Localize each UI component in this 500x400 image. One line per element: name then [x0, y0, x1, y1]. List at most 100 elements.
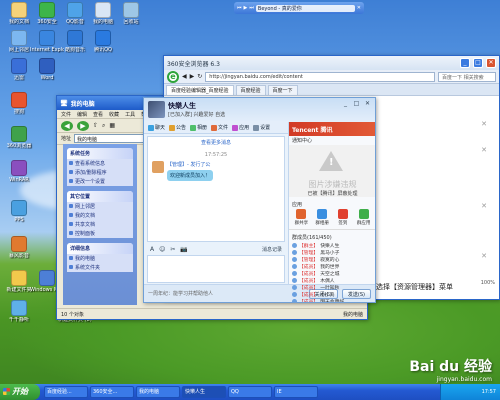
close-icon[interactable]: ✕ — [357, 5, 361, 11]
close-icon[interactable]: ✕ — [481, 146, 487, 154]
maximize-button[interactable]: □ — [473, 58, 483, 68]
toolbar-item[interactable]: 聊天 — [148, 124, 165, 131]
task-pane-link[interactable]: 我的电脑 — [67, 254, 133, 263]
history-link[interactable]: 消息记录 — [262, 246, 282, 253]
menu-item[interactable]: 收藏 — [109, 111, 119, 118]
start-button[interactable]: 开始 — [0, 384, 40, 400]
desktop-icon[interactable]: 360浏览器 — [2, 126, 36, 149]
url-input[interactable]: http://jingyan.baidu.com/edit/content — [205, 71, 435, 82]
back-button[interactable]: ◀ — [61, 120, 73, 131]
desktop-icon[interactable]: 腾讯QQ — [86, 30, 120, 53]
task-pane-section-title[interactable]: 系统任务 — [67, 148, 133, 159]
image-icon[interactable]: 📷 — [180, 246, 187, 253]
member-item[interactable]: 【成员】 我的世界 — [289, 263, 375, 270]
task-pane-link[interactable]: 查看系统信息 — [67, 159, 133, 168]
member-item[interactable]: 【成员】 天空之城 — [289, 270, 375, 277]
zoom-level[interactable]: 100% — [481, 280, 495, 286]
emoji-icon[interactable]: ☺ — [159, 246, 165, 253]
maximize-button[interactable]: □ — [352, 100, 361, 108]
taskbar-task[interactable]: QQ — [228, 386, 272, 398]
toolbar-item[interactable]: 相册 — [190, 124, 207, 131]
view-more-link[interactable]: 查看更多消息 — [148, 137, 284, 146]
toolbar-item-label: 公告 — [176, 125, 187, 131]
close-button[interactable]: ✕ — [486, 58, 496, 68]
member-item[interactable]: 【成员】 小小鸟 — [289, 291, 375, 298]
play-icon[interactable]: ▶ — [244, 5, 248, 11]
search-icon[interactable]: ⌕ — [102, 122, 105, 130]
clock[interactable]: 17:57 — [482, 389, 496, 395]
minimize-button[interactable]: _ — [341, 100, 350, 108]
browser-titlebar[interactable]: 360安全浏览器 6.3 _ □ ✕ — [164, 56, 499, 70]
desktop-icon[interactable]: Word — [30, 58, 64, 81]
task-pane-link[interactable]: 网上邻居 — [67, 202, 133, 211]
close-icon[interactable]: ✕ — [481, 252, 487, 260]
task-pane-link[interactable]: 控制面板 — [67, 229, 133, 238]
minimize-button[interactable]: _ — [460, 58, 470, 68]
prev-icon[interactable]: ⏮ — [237, 5, 242, 11]
task-pane-link[interactable]: 共享文档 — [67, 220, 133, 229]
desktop-icon[interactable]: 千千静听 — [2, 300, 36, 323]
violation-title: 图片涉嫌违规 — [308, 180, 357, 189]
notice-center-label[interactable]: 通知中心 — [289, 136, 375, 145]
member-item[interactable]: 【成员】 明天会更好 — [289, 298, 375, 302]
member-item[interactable]: 【群主】 快樂人生 — [289, 242, 375, 249]
taskbar-task[interactable]: 快樂人生 — [182, 386, 226, 398]
close-icon[interactable]: ✕ — [481, 120, 487, 128]
qq-header[interactable]: 快樂人生 [已加入群] 兴趣爱好 自选 _ □ ✕ — [144, 98, 375, 122]
close-button[interactable]: ✕ — [363, 100, 372, 108]
app-shortcut[interactable]: 群相册 — [313, 209, 332, 226]
toolbar-item[interactable]: 公告 — [169, 124, 186, 131]
app-icon — [39, 2, 55, 18]
font-icon[interactable]: A — [150, 246, 154, 253]
app-shortcut[interactable]: 群共享 — [292, 209, 311, 226]
browser-tab[interactable]: 百度经验编辑器_百度经验 — [166, 85, 234, 95]
up-folder-icon[interactable]: ⇧ — [93, 122, 98, 129]
app-icon — [11, 58, 27, 74]
message-input[interactable] — [147, 255, 285, 283]
member-item[interactable]: 【成员】 一叶知秋 — [289, 284, 375, 291]
toolbar-item[interactable]: 应用 — [232, 124, 249, 131]
close-icon[interactable]: ✕ — [481, 202, 487, 210]
search-input[interactable]: 百度一下 相关搜索 — [438, 71, 496, 82]
forward-button[interactable]: ▶ — [77, 120, 89, 131]
avatar[interactable] — [148, 101, 165, 118]
music-player[interactable]: ⏮ ▶ ⏭ Beyond - 真的爱你 ✕ — [234, 2, 364, 14]
desktop-icon[interactable]: 回收站 — [114, 2, 148, 25]
member-item[interactable]: 【成员】 木偶人 — [289, 277, 375, 284]
taskbar-task[interactable]: 我的电脑 — [136, 386, 180, 398]
task-pane-link[interactable]: 添加/删除程序 — [67, 168, 133, 177]
toolbar-item[interactable]: 文件 — [211, 124, 228, 131]
screenshot-icon[interactable]: ✂ — [170, 246, 175, 253]
avatar[interactable] — [152, 161, 164, 173]
task-pane-section-title[interactable]: 其它位置 — [67, 191, 133, 202]
desktop-icon[interactable]: WinRAR — [2, 160, 36, 183]
app-shortcut[interactable]: 签到 — [334, 209, 353, 226]
menu-item[interactable]: 文件 — [61, 111, 71, 118]
desktop-icon[interactable]: 搜狗 — [2, 92, 36, 115]
user-icon — [292, 299, 297, 302]
taskbar-task[interactable]: IE — [274, 386, 318, 398]
toolbar-item[interactable]: 设置 — [253, 124, 270, 131]
menu-item[interactable]: 工具 — [125, 111, 135, 118]
browser-tab[interactable]: 百度一下 — [267, 85, 298, 95]
forward-icon[interactable]: ▶ — [190, 73, 195, 80]
taskbar-task[interactable]: 百度经验... — [44, 386, 88, 398]
menu-item[interactable]: 编辑 — [77, 111, 87, 118]
desktop-icon[interactable]: 暴风影音 — [2, 236, 36, 259]
taskbar-task[interactable]: 360安全... — [90, 386, 134, 398]
folders-icon[interactable]: ▦ — [109, 122, 115, 129]
task-pane-link[interactable]: 我的文档 — [67, 211, 133, 220]
menu-item[interactable]: 查看 — [93, 111, 103, 118]
next-icon[interactable]: ⏭ — [249, 5, 254, 11]
refresh-icon[interactable]: ↻ — [197, 73, 202, 80]
back-icon[interactable]: ◀ — [182, 73, 187, 80]
task-pane-link[interactable]: 系统文件夹 — [67, 263, 133, 272]
member-item[interactable]: 【管理】 寂寞的心 — [289, 256, 375, 263]
desktop-icon[interactable]: PPS — [2, 200, 36, 223]
member-item[interactable]: 【管理】 黑马小子 — [289, 249, 375, 256]
app-shortcut[interactable]: 群应用 — [354, 209, 373, 226]
message-sender[interactable]: 【管理】- 发行了公 — [167, 161, 213, 168]
task-pane-section-title[interactable]: 详细信息 — [67, 243, 133, 254]
browser-tab[interactable]: 百度经验 — [235, 85, 266, 95]
task-pane-link[interactable]: 更改一个设置 — [67, 177, 133, 186]
